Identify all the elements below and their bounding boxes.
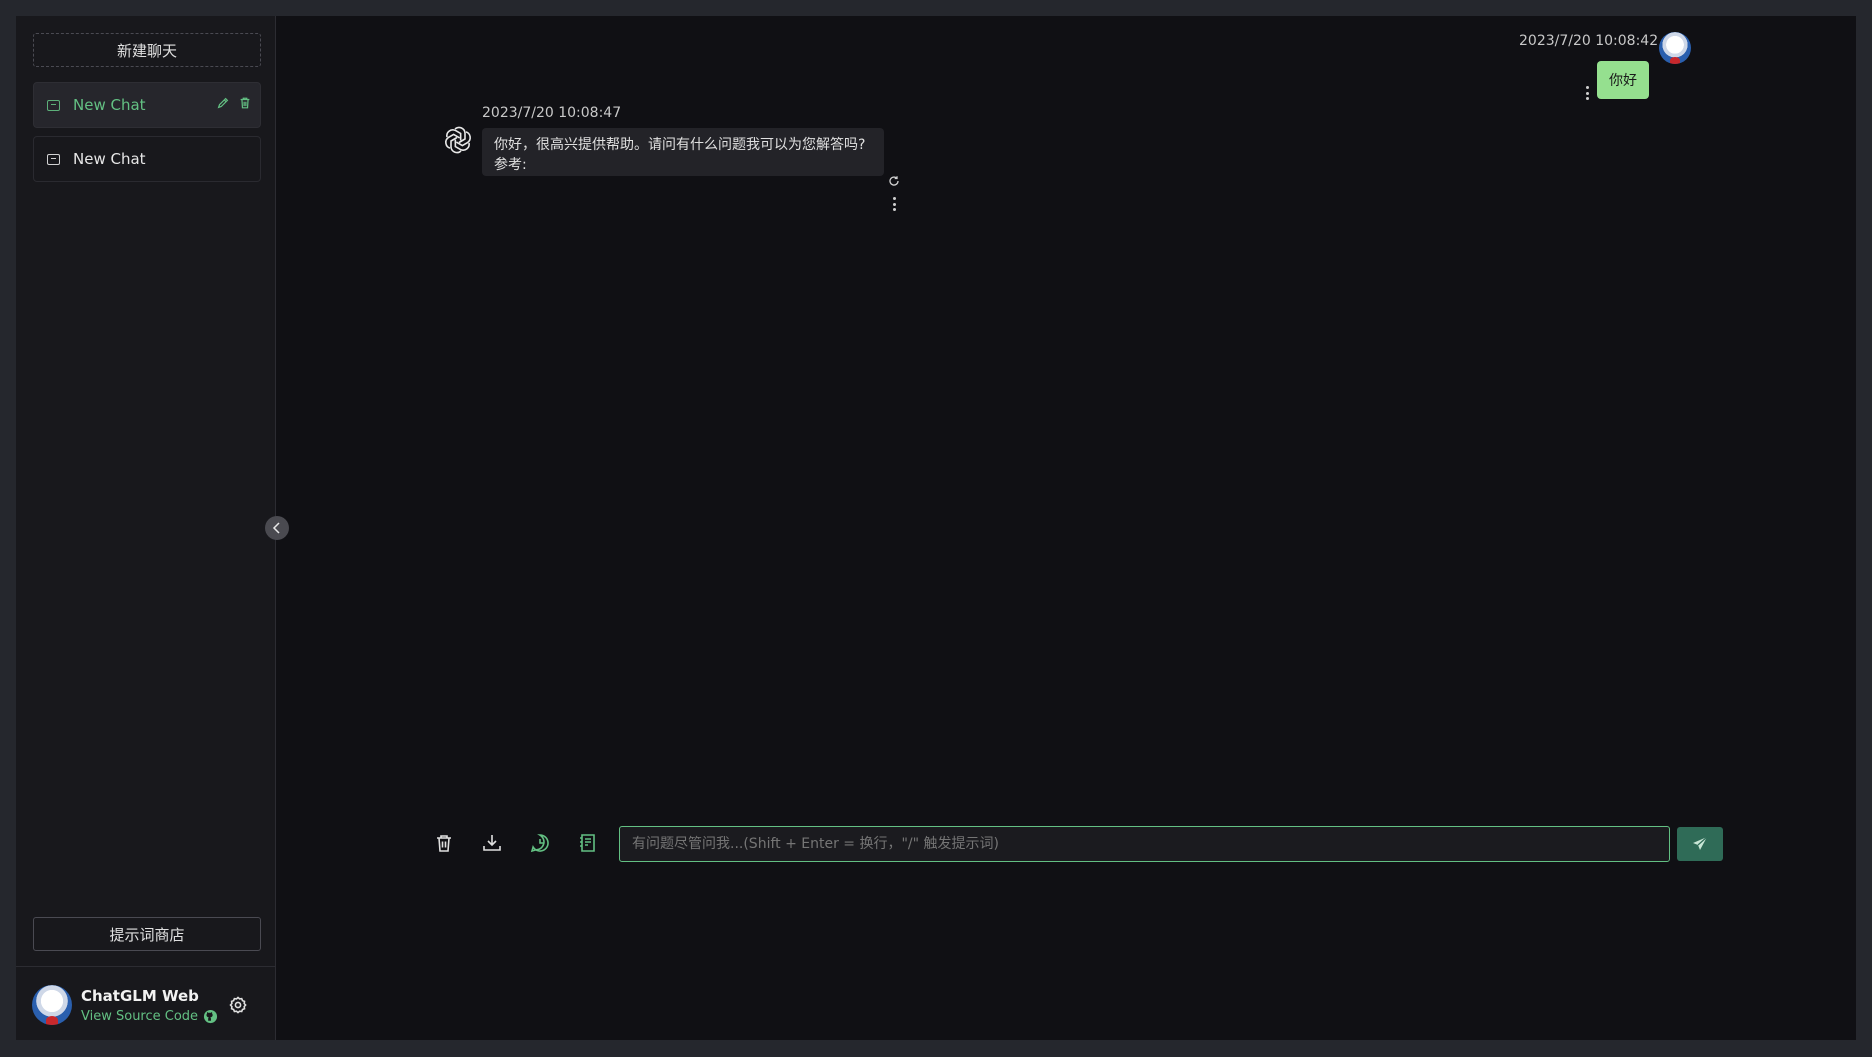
sidebar: 新建聊天 New Chat New Chat 提示词商店 ChatGLM Web… <box>16 16 276 1040</box>
trash-icon[interactable] <box>238 96 252 110</box>
user-message-timestamp: 2023/7/20 10:08:42 <box>1519 33 1659 49</box>
chat-item-actions <box>216 96 252 110</box>
app-name: ChatGLM Web <box>81 987 199 1005</box>
assistant-logo-icon <box>445 126 471 154</box>
github-icon <box>203 1009 218 1024</box>
message-icon <box>47 99 60 111</box>
user-avatar <box>32 985 72 1025</box>
chat-item-label: New Chat <box>73 150 146 168</box>
user-message-bubble: 你好 <box>1597 61 1649 99</box>
source-link-label: View Source Code <box>81 1009 199 1024</box>
regenerate-icon[interactable] <box>888 175 900 187</box>
chat-app: 新建聊天 New Chat New Chat 提示词商店 ChatGLM Web… <box>16 16 1856 1040</box>
bot-message-timestamp: 2023/7/20 10:08:47 <box>482 105 622 121</box>
send-button[interactable] <box>1677 827 1723 861</box>
new-chat-button[interactable]: 新建聊天 <box>33 33 261 67</box>
message-icon <box>47 153 60 165</box>
download-icon[interactable] <box>481 832 503 854</box>
user-message-avatar <box>1659 32 1691 64</box>
edit-icon[interactable] <box>216 96 230 110</box>
clear-chat-trash-icon[interactable] <box>433 832 455 854</box>
collapse-sidebar-button[interactable] <box>265 516 289 540</box>
bot-message-reference: 参考: <box>494 157 527 173</box>
send-icon <box>1693 836 1708 850</box>
chat-list-item[interactable]: New Chat <box>33 136 261 182</box>
chevron-left-icon <box>272 522 280 534</box>
bot-message-text: 你好，很高兴提供帮助。请问有什么问题我可以为您解答吗? <box>494 137 866 153</box>
chat-item-label: New Chat <box>73 96 146 114</box>
bot-message-more-icon[interactable] <box>892 197 896 211</box>
settings-gear-icon[interactable] <box>228 995 248 1015</box>
view-source-link[interactable]: View Source Code <box>81 1009 218 1024</box>
context-toggle-icon[interactable] <box>529 832 551 854</box>
user-message-more-icon[interactable] <box>1585 86 1589 100</box>
chat-list-item-active[interactable]: New Chat <box>33 82 261 128</box>
prompt-notes-icon[interactable] <box>577 832 599 854</box>
sidebar-footer: ChatGLM Web View Source Code <box>16 966 275 1040</box>
prompt-store-button[interactable]: 提示词商店 <box>33 917 261 951</box>
bot-message-bubble: 你好，很高兴提供帮助。请问有什么问题我可以为您解答吗? 参考: <box>482 128 884 176</box>
chat-input[interactable] <box>619 826 1670 862</box>
